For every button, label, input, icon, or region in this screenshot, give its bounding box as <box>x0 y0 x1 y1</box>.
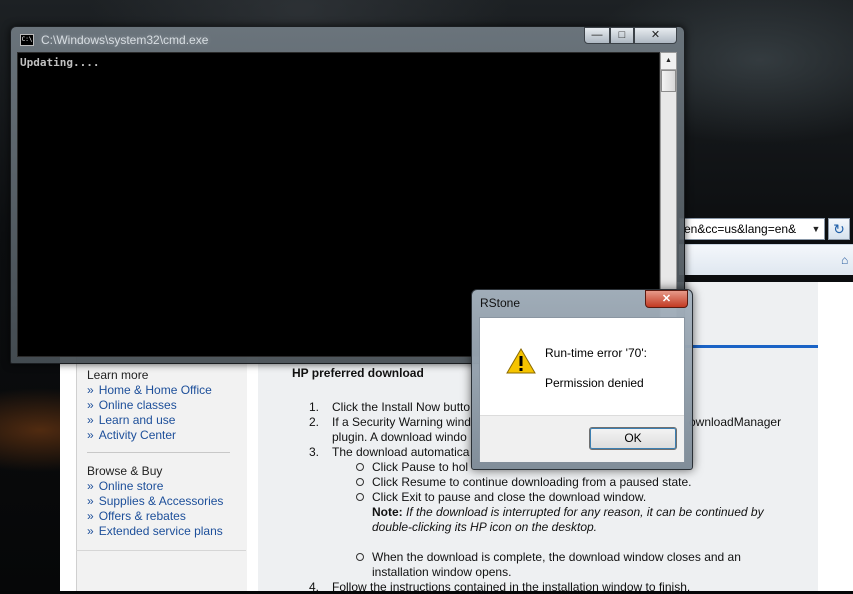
nav-link-online-store[interactable]: » Online store <box>87 479 163 493</box>
bullet <box>356 553 364 561</box>
nav-link-label: Activity Center <box>98 428 177 442</box>
substep-complete: When the download is complete, the downl… <box>372 550 741 564</box>
raquo-icon: » <box>87 413 94 427</box>
home-icon[interactable]: ⌂ <box>841 253 853 267</box>
nav-link-label: Extended service plans <box>98 524 223 538</box>
refresh-icon[interactable]: ↻ <box>828 218 850 240</box>
content-title: HP preferred download <box>292 366 424 380</box>
raquo-icon: » <box>87 479 94 493</box>
nav-link-online-classes[interactable]: » Online classes <box>87 398 177 412</box>
error-dialog: RStone ✕ Run-time error '70': Permission… <box>471 289 693 470</box>
bullet <box>356 478 364 486</box>
nav-link-offers[interactable]: » Offers & rebates <box>87 509 186 523</box>
warning-icon <box>506 348 536 374</box>
note-text: If the download is interrupted for any r… <box>406 505 764 519</box>
note-line: Note: If the download is interrupted for… <box>372 505 764 519</box>
nav-link-activity-center[interactable]: » Activity Center <box>87 428 176 442</box>
raquo-icon: » <box>87 524 94 538</box>
step-2-text-line2: plugin. A download windo <box>332 430 467 444</box>
step-number: 3. <box>309 445 320 459</box>
raquo-icon: » <box>87 428 94 442</box>
step-3-text: The download automatica <box>332 445 470 459</box>
raquo-icon: » <box>87 398 94 412</box>
substep-pause: Click Pause to hol <box>372 460 469 474</box>
dialog-body: Run-time error '70': Permission denied O… <box>479 317 685 462</box>
close-icon: ✕ <box>650 29 661 41</box>
dialog-footer: OK <box>480 415 684 462</box>
error-message: Run-time error '70': <box>545 346 647 360</box>
bullet <box>356 463 364 471</box>
step-2-text-right: ownloadManager <box>689 415 782 429</box>
cmd-title: C:\Windows\system32\cmd.exe <box>41 33 209 47</box>
nav-link-home-office[interactable]: » Home & Home Office <box>87 383 212 397</box>
nav-link-supplies[interactable]: » Supplies & Accessories <box>87 494 223 508</box>
nav-link-label: Home & Home Office <box>98 383 212 397</box>
nav-link-label: Learn and use <box>98 413 176 427</box>
bullet <box>356 493 364 501</box>
substep-exit: Click Exit to pause and close the downlo… <box>372 490 647 504</box>
nav-link-label: Online store <box>98 479 164 493</box>
step-2-text: If a Security Warning wind <box>332 415 471 429</box>
nav-link-learn-and-use[interactable]: » Learn and use <box>87 413 175 427</box>
ok-button[interactable]: OK <box>589 427 677 450</box>
raquo-icon: » <box>87 494 94 508</box>
nav-link-label: Offers & rebates <box>98 509 186 523</box>
cmd-icon: C:\ <box>20 34 34 46</box>
nav-bottom-divider <box>76 550 246 551</box>
browser-toolbar: ⌂ <box>679 244 853 275</box>
minimize-button[interactable]: — <box>584 27 610 44</box>
step-number: 1. <box>309 400 320 414</box>
raquo-icon: » <box>87 383 94 397</box>
maximize-button[interactable]: □ <box>610 27 634 44</box>
nav-link-service-plans[interactable]: » Extended service plans <box>87 524 223 538</box>
nav-link-label: Online classes <box>98 398 177 412</box>
substep-resume: Click Resume to continue downloading fro… <box>372 475 692 489</box>
step-1-text: Click the Install Now butto <box>332 400 471 414</box>
raquo-icon: » <box>87 509 94 523</box>
substep-complete-line2: installation window opens. <box>372 565 512 579</box>
step-number: 4. <box>309 580 320 594</box>
maximize-icon: □ <box>618 29 626 41</box>
address-bar[interactable]: en&cc=us&lang=en& <box>679 218 825 240</box>
learn-more-heading: Learn more <box>87 368 149 382</box>
error-detail: Permission denied <box>545 376 644 390</box>
minimize-icon: — <box>591 29 603 41</box>
nav-link-label: Supplies & Accessories <box>98 494 224 508</box>
step-4-text: Follow the instructions contained in the… <box>332 580 691 594</box>
close-icon: ✕ <box>661 293 672 305</box>
scroll-up-icon[interactable]: ▲ <box>661 53 676 70</box>
step-number: 2. <box>309 415 320 429</box>
close-button[interactable]: ✕ <box>634 27 677 44</box>
dialog-title: RStone <box>480 296 521 310</box>
note-label: Note: <box>372 505 403 519</box>
dialog-close-button[interactable]: ✕ <box>645 290 688 308</box>
address-dropdown-icon[interactable]: ▼ <box>808 219 824 239</box>
scroll-thumb[interactable] <box>661 70 676 92</box>
browse-buy-heading: Browse & Buy <box>87 464 163 478</box>
nav-divider <box>87 452 230 453</box>
note-line-2: double-clicking its HP icon on the deskt… <box>372 520 598 534</box>
console-output: Updating.... <box>20 56 100 69</box>
